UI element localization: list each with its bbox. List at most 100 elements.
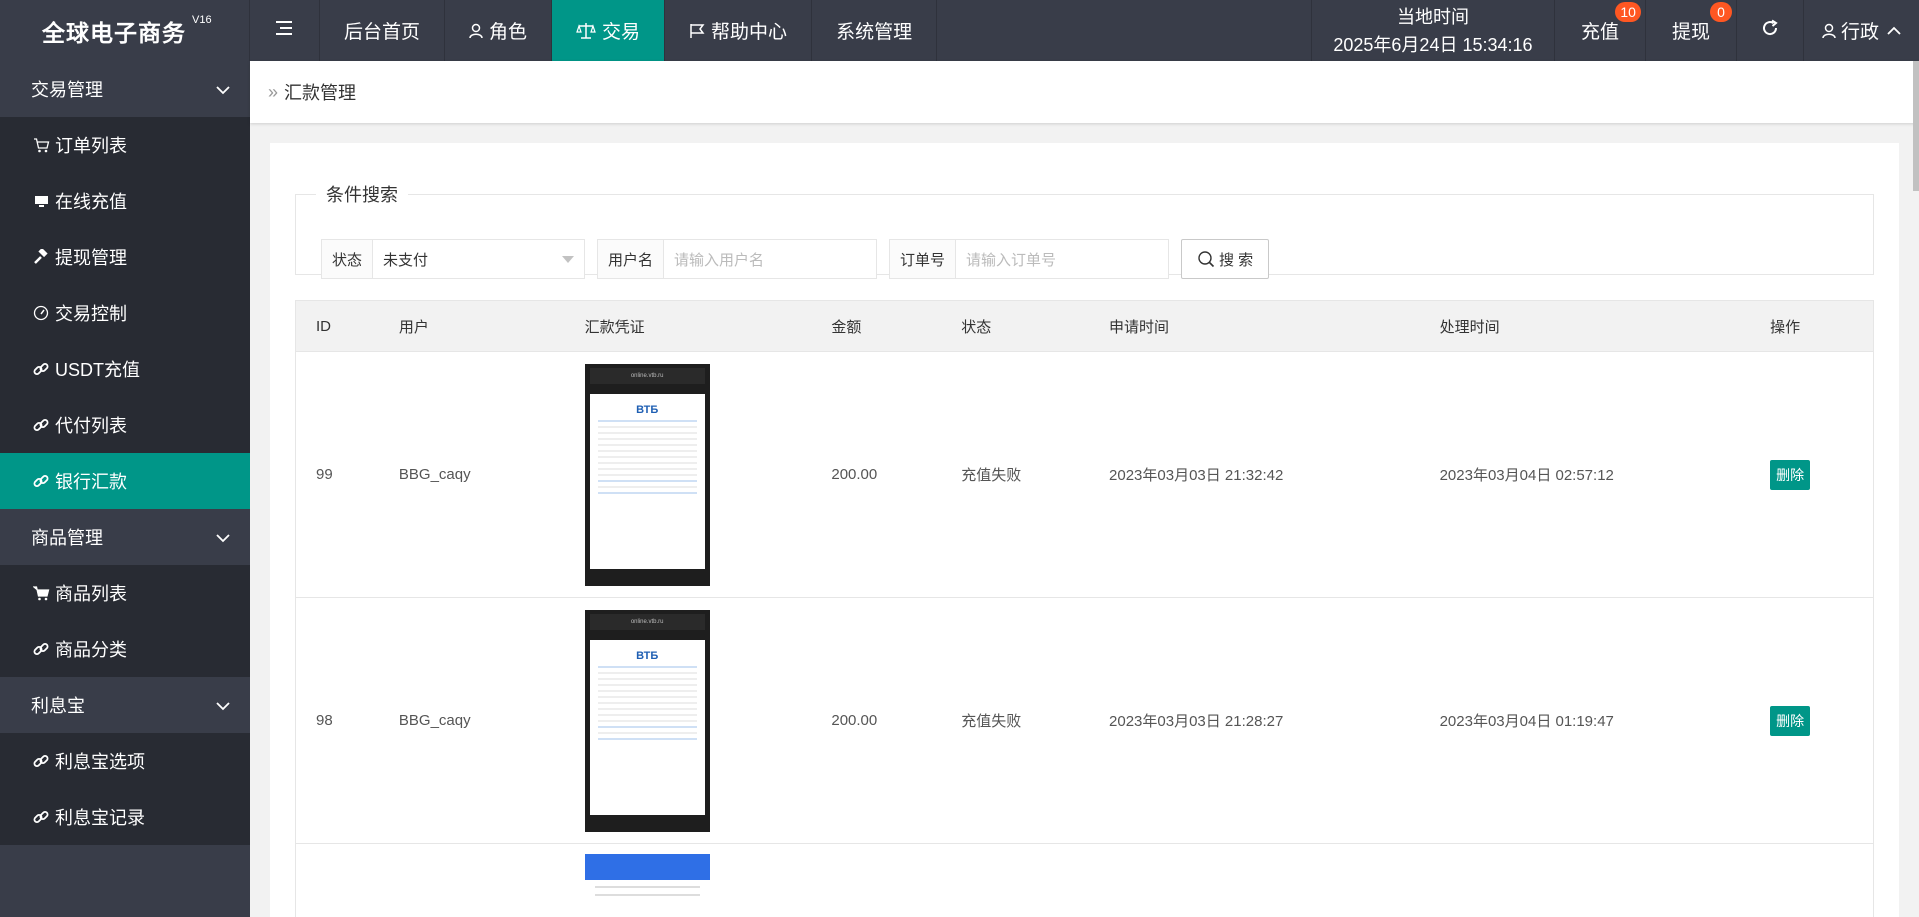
table-row [295, 844, 1874, 917]
nav-system[interactable]: 系统管理 [812, 0, 938, 61]
search-panel: 条件搜索 状态 未支付 用户名 请输入用户名 订单号 请输入订单号 搜 索 [295, 181, 1874, 279]
sidebar-item-bank-transfer[interactable]: 银行汇款 [0, 453, 250, 509]
bank-logo: ВТБ [636, 403, 659, 416]
nav-label: 角色 [489, 22, 528, 43]
cell-status: 充值失败 [961, 713, 1022, 730]
cell-amount: 200.00 [831, 466, 878, 483]
delete-button[interactable]: 删除 [1770, 459, 1811, 490]
order-label: 订单号 [890, 240, 957, 278]
sidebar-item-withdraw[interactable]: 提现管理 [0, 229, 250, 285]
sidebar-item-interest-options[interactable]: 利息宝选项 [0, 733, 250, 789]
receipt-image[interactable]: online.vtb.ru ВТБ [584, 609, 710, 832]
search-button-label: 搜 索 [1218, 251, 1254, 269]
remittance-table: ID 用户 汇款凭证 金额 状态 申请时间 处理时间 操作 99 BBG_caq… [295, 300, 1874, 917]
table-header: ID 用户 汇款凭证 金额 状态 申请时间 处理时间 操作 [295, 300, 1874, 352]
link-icon [31, 417, 51, 433]
top-header: 全球电子商务 V16 后台首页 角色 交易 帮助中心 系统管理 当地时间 202… [0, 0, 1919, 61]
column-header: 汇款凭证 [584, 318, 645, 336]
cell-user: BBG_caqy [398, 466, 471, 483]
nav-label: 交易 [602, 22, 641, 43]
top-nav: 后台首页 角色 交易 帮助中心 系统管理 [250, 0, 938, 61]
sidebar-item-label: 提现管理 [55, 248, 127, 268]
receipt-paper: ВТБ [589, 639, 705, 815]
sidebar-item-interest-records[interactable]: 利息宝记录 [0, 789, 250, 845]
sidebar-item-product-list[interactable]: 商品列表 [0, 565, 250, 621]
column-header: 操作 [1770, 318, 1801, 336]
cart-icon [31, 137, 51, 153]
cell-process-time: 2023年03月04日 02:57:12 [1439, 467, 1614, 484]
scale-icon [576, 22, 596, 40]
cell-id: 99 [316, 466, 333, 483]
receipt-paper: ВТБ [589, 393, 705, 569]
receipt-image[interactable] [585, 854, 710, 914]
search-row: 状态 未支付 用户名 请输入用户名 订单号 请输入订单号 搜 索 [321, 239, 1270, 279]
sidebar-item-orders[interactable]: 订单列表 [0, 117, 250, 173]
user-icon [469, 23, 483, 39]
app-logo[interactable]: 全球电子商务 V16 [0, 0, 250, 61]
page-scrollbar[interactable] [1913, 61, 1919, 191]
table-row: 99 BBG_caqy online.vtb.ru ВТБ 200.00 充值失… [295, 352, 1874, 598]
group-label: 利息宝 [31, 696, 85, 716]
group-label: 交易管理 [31, 80, 103, 100]
receipt-browser-bar: online.vtb.ru [589, 367, 705, 384]
sidebar-item-label: 订单列表 [55, 136, 127, 156]
nav-help-center[interactable]: 帮助中心 [665, 0, 813, 61]
nav-trade[interactable]: 交易 [552, 0, 666, 61]
content-card: 条件搜索 状态 未支付 用户名 请输入用户名 订单号 请输入订单号 搜 索 ID… [270, 143, 1899, 917]
username-input[interactable]: 请输入用户名 [664, 240, 877, 278]
cell-status: 充值失败 [961, 467, 1022, 484]
nav-home[interactable]: 后台首页 [320, 0, 446, 61]
user-menu[interactable]: 行政 [1804, 0, 1919, 61]
cell-id: 98 [316, 712, 333, 729]
sidebar-item-label: 利息宝选项 [55, 752, 145, 772]
username-label: 用户名 [598, 240, 665, 278]
search-icon [1197, 250, 1215, 268]
clock-value: 2025年6月24日 15:34:16 [1333, 34, 1533, 55]
app-version: V16 [192, 13, 212, 26]
sidebar-item-label: USDT充值 [55, 360, 140, 380]
sidebar-item-usdt-recharge[interactable]: USDT充值 [0, 341, 250, 397]
username-filter: 用户名 请输入用户名 [597, 239, 878, 279]
clock-label: 当地时间 [1396, 6, 1469, 27]
column-header: 状态 [961, 318, 992, 336]
sidebar-group-interest[interactable]: 利息宝 [0, 677, 250, 733]
nav-label: 系统管理 [836, 22, 913, 43]
order-input[interactable]: 请输入订单号 [956, 240, 1169, 278]
sidebar-item-online-recharge[interactable]: 在线充值 [0, 173, 250, 229]
withdraw-badge: 0 [1709, 2, 1732, 22]
sidebar-group-trade[interactable]: 交易管理 [0, 61, 250, 117]
nav-roles[interactable]: 角色 [445, 0, 553, 61]
cell-receipt: online.vtb.ru ВТБ [565, 363, 812, 586]
column-header: 用户 [398, 318, 429, 336]
sidebar-group-products[interactable]: 商品管理 [0, 509, 250, 565]
menu-toggle-button[interactable] [250, 0, 320, 61]
sidebar-item-payout-list[interactable]: 代付列表 [0, 397, 250, 453]
refresh-button[interactable] [1737, 0, 1804, 61]
sidebar-item-product-category[interactable]: 商品分类 [0, 621, 250, 677]
withdraw-notify-button[interactable]: 提现 0 [1646, 0, 1737, 61]
status-select[interactable]: 未支付 [373, 240, 585, 278]
search-button[interactable]: 搜 索 [1181, 239, 1270, 279]
delete-button[interactable]: 删除 [1770, 705, 1811, 736]
cell-apply-time: 2023年03月03日 21:28:27 [1109, 713, 1284, 730]
header-right: 当地时间 2025年6月24日 15:34:16 充值 10 提现 0 行政 [1310, 0, 1919, 61]
page-title: 汇款管理 [284, 83, 357, 103]
column-header: 处理时间 [1439, 318, 1500, 336]
sidebar-item-label: 利息宝记录 [55, 808, 145, 828]
recharge-notify-button[interactable]: 充值 10 [1555, 0, 1646, 61]
cell-action: 删除 [1750, 705, 1873, 736]
link-icon [31, 361, 51, 377]
gavel-icon [31, 249, 51, 265]
gauge-icon [31, 305, 51, 321]
sidebar-item-label: 银行汇款 [55, 472, 127, 492]
receipt-image[interactable]: online.vtb.ru ВТБ [584, 363, 710, 586]
cell-user: BBG_caqy [398, 712, 471, 729]
withdraw-label: 提现 [1671, 22, 1710, 43]
link-icon [31, 753, 51, 769]
column-header: ID [316, 317, 331, 335]
group-label: 商品管理 [31, 528, 103, 548]
cell-receipt: online.vtb.ru ВТБ [565, 609, 812, 832]
cell-apply-time: 2023年03月03日 21:32:42 [1109, 467, 1284, 484]
sidebar-item-trade-control[interactable]: 交易控制 [0, 285, 250, 341]
flag-icon [689, 23, 705, 39]
